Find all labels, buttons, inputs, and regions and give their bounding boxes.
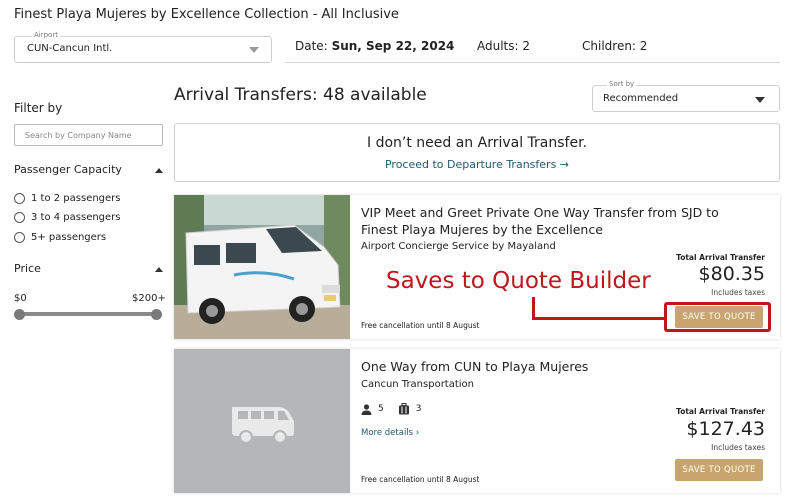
transfer-provider: Cancun Transportation bbox=[361, 379, 475, 390]
van-photo[interactable] bbox=[174, 195, 350, 339]
luggage-count-value: 3 bbox=[415, 404, 422, 414]
no-transfer-box: I don’t need an Arrival Transfer. Procee… bbox=[174, 123, 780, 182]
transfer-card: One Way from CUN to Playa Mujeres Cancun… bbox=[174, 349, 780, 493]
company-search-input[interactable] bbox=[14, 124, 163, 146]
capacity-section-title[interactable]: Passenger Capacity bbox=[14, 163, 122, 176]
capacity-option-5-plus[interactable]: 5+ passengers bbox=[14, 232, 106, 243]
price-slider-max-handle[interactable] bbox=[151, 309, 162, 320]
person-icon bbox=[361, 403, 372, 415]
airport-select[interactable]: Airport CUN-Cancun Intl. bbox=[14, 31, 272, 63]
luggage-count: 3 bbox=[398, 403, 422, 415]
passenger-count: 5 bbox=[361, 403, 384, 415]
trip-children: Children: 2 bbox=[582, 39, 648, 53]
luggage-icon bbox=[398, 403, 409, 415]
hotel-title: Finest Playa Mujeres by Excellence Colle… bbox=[14, 7, 399, 22]
sort-select[interactable]: Sort by Recommended bbox=[592, 80, 780, 112]
no-transfer-heading: I don’t need an Arrival Transfer. bbox=[366, 135, 588, 151]
capacity-option-label: 1 to 2 passengers bbox=[31, 193, 121, 204]
radio-icon[interactable] bbox=[14, 193, 25, 204]
price-section-title[interactable]: Price bbox=[14, 262, 41, 275]
departure-transfers-link[interactable]: Proceed to Departure Transfers → bbox=[175, 158, 779, 171]
results-title: Arrival Transfers: 48 available bbox=[174, 85, 427, 105]
sort-select-label: Sort by bbox=[607, 80, 637, 88]
capacity-option-label: 3 to 4 passengers bbox=[31, 212, 121, 223]
annotation-highlight-box bbox=[664, 302, 771, 332]
taxes-note: Includes taxes bbox=[711, 443, 765, 452]
passenger-count-value: 5 bbox=[378, 404, 384, 414]
chevron-down-icon bbox=[755, 97, 765, 103]
save-to-quote-button[interactable]: SAVE TO QUOTE bbox=[675, 459, 763, 481]
airport-select-label: Airport bbox=[32, 31, 60, 39]
cancellation-policy: Free cancellation until 8 August bbox=[361, 321, 480, 330]
chevron-down-icon bbox=[249, 47, 259, 53]
price-label: Total Arrival Transfer bbox=[676, 253, 765, 262]
price-slider-min-handle[interactable] bbox=[14, 309, 25, 320]
header-divider bbox=[285, 62, 780, 63]
capacity-option-label: 5+ passengers bbox=[31, 232, 107, 243]
transfer-title[interactable]: VIP Meet and Greet Private One Way Trans… bbox=[361, 204, 741, 238]
results-title-label: Arrival Transfers: bbox=[174, 85, 318, 105]
price-label: Total Arrival Transfer bbox=[676, 407, 765, 416]
van-placeholder-image[interactable] bbox=[174, 349, 350, 493]
capacity-option-3-4[interactable]: 3 to 4 passengers bbox=[14, 212, 121, 223]
annotation-callout-text: Saves to Quote Builder bbox=[386, 268, 651, 294]
van-placeholder-icon bbox=[174, 349, 350, 493]
radio-icon[interactable] bbox=[14, 212, 25, 223]
trip-date-label: Date: bbox=[295, 39, 328, 53]
more-details-link[interactable]: More details › bbox=[361, 428, 419, 438]
price-max-label: $200+ bbox=[132, 293, 166, 304]
radio-icon[interactable] bbox=[14, 232, 25, 243]
price-slider-track[interactable] bbox=[19, 312, 157, 316]
price-min-label: $0 bbox=[14, 293, 27, 304]
transfer-title[interactable]: One Way from CUN to Playa Mujeres bbox=[361, 358, 741, 375]
annotation-connector-line bbox=[532, 317, 666, 320]
capacity-info: 5 3 bbox=[361, 403, 435, 415]
airport-select-value: CUN-Cancun Intl. bbox=[27, 43, 113, 54]
trip-adults: Adults: 2 bbox=[477, 39, 531, 53]
trip-date: Date: Sun, Sep 22, 2024 bbox=[295, 39, 454, 53]
capacity-option-1-2[interactable]: 1 to 2 passengers bbox=[14, 193, 121, 204]
sort-select-value: Recommended bbox=[603, 93, 679, 104]
results-count: 48 available bbox=[323, 85, 427, 105]
transfer-price: $80.35 bbox=[698, 263, 765, 285]
van-photo-illustration bbox=[174, 195, 350, 339]
transfer-price: $127.43 bbox=[686, 418, 765, 440]
cancellation-policy: Free cancellation until 8 August bbox=[361, 475, 480, 484]
filter-heading: Filter by bbox=[14, 101, 63, 115]
collapse-caret-icon[interactable] bbox=[155, 267, 163, 272]
taxes-note: Includes taxes bbox=[711, 288, 765, 297]
transfer-provider: Airport Concierge Service by Mayaland bbox=[361, 241, 556, 252]
collapse-caret-icon[interactable] bbox=[155, 168, 163, 173]
trip-date-value: Sun, Sep 22, 2024 bbox=[331, 39, 455, 53]
